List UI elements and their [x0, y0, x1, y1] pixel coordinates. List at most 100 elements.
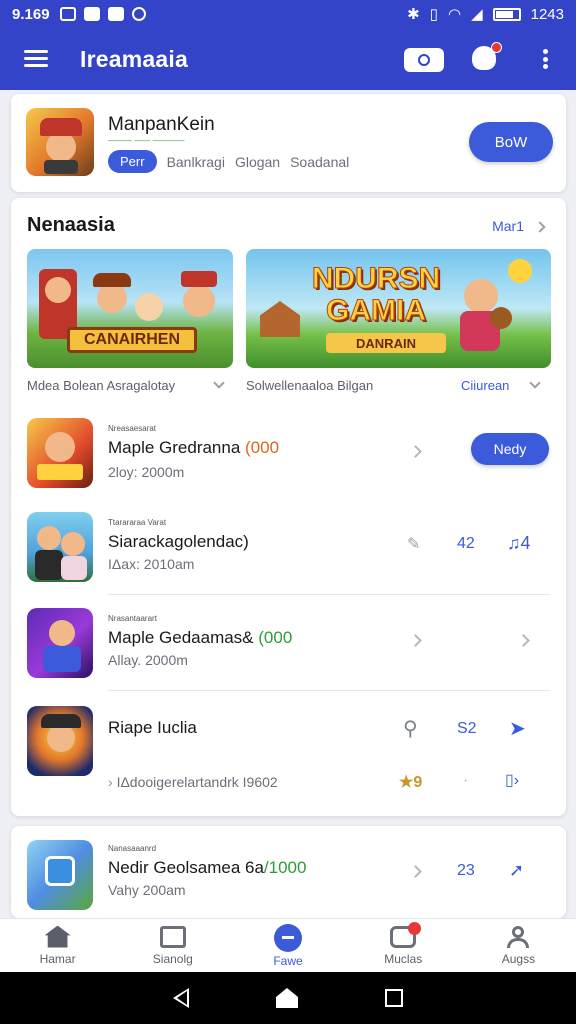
separator-dot: · [463, 772, 469, 789]
game-thumbnail [27, 608, 93, 678]
game-thumbnail [27, 512, 93, 582]
nav-shop[interactable]: Sianolg [115, 919, 230, 972]
featured-subtitle: ——— —— ———— [108, 136, 185, 145]
install-button[interactable]: Nedy [471, 433, 549, 465]
section-card: Nenaasia Mar1 CANAIRHEN NDURSN GAMIA DAN… [11, 198, 566, 816]
tag[interactable]: Soadanal [290, 154, 349, 170]
notification-icon [83, 7, 100, 21]
banner-card[interactable]: CANAIRHEN [27, 249, 233, 368]
recent-apps-icon[interactable] [384, 989, 403, 1007]
game-thumbnail [27, 840, 93, 910]
tag-pill[interactable]: Perr [108, 150, 157, 173]
back-icon[interactable] [173, 988, 190, 1008]
banner-card[interactable]: NDURSN GAMIA DANRAIN [246, 249, 551, 368]
item-category: Nrasantaarart [108, 614, 157, 623]
banner-caption-text: Solwellenaaloa Bilgan [246, 378, 374, 393]
game-thumbnail [27, 418, 93, 488]
arrow-icon [409, 865, 422, 878]
item-title: Maple Gredranna (000 [108, 438, 279, 458]
banner-caption[interactable]: Solwellenaaloa Bilgan [246, 378, 373, 393]
nav-label: Fawe [273, 953, 303, 968]
signal-icon: ◢ [471, 6, 483, 23]
nav-label: Sianolg [152, 951, 193, 966]
see-more-label[interactable]: Mar1 [492, 218, 524, 234]
status-time: 9.169 [12, 5, 50, 23]
divider [108, 690, 550, 691]
see-more-link[interactable]: Mar1 [492, 218, 546, 234]
status-clock: 1243 [530, 5, 564, 23]
item-title-accent: /1000 [263, 858, 307, 877]
nav-account[interactable]: Augss [461, 919, 576, 972]
library-icon [390, 921, 422, 948]
game-thumbnail [26, 108, 94, 176]
item-meta: Allay. 2000m [108, 652, 188, 668]
bell-icon[interactable] [472, 42, 502, 70]
banner-link-text[interactable]: Ciiurean [461, 378, 509, 393]
user-icon [505, 925, 531, 948]
banner-ribbon: DANRAIN [326, 333, 446, 353]
send-icon[interactable]: ➤ [509, 716, 526, 741]
item-meta: IΔax: 2010am [108, 556, 195, 572]
item-title: Maple Gedaamas& (000 [108, 628, 292, 648]
chevron-down-icon [213, 377, 225, 389]
nav-label: Augss [501, 951, 536, 966]
edit-icon[interactable]: ✎ [407, 534, 420, 554]
item-title: Siarackagolendac) [108, 532, 249, 551]
more-options-icon[interactable] [542, 49, 548, 69]
divider [108, 594, 550, 595]
item-detail: › IΔdooigerelartandrk I9602 [108, 774, 278, 790]
wifi-icon: ◠ [447, 6, 462, 23]
search-icon[interactable]: ⚲ [403, 716, 418, 741]
featured-action-button[interactable]: BoW [469, 122, 553, 162]
item-detail-text: IΔdooigerelartandrk I9602 [116, 774, 278, 790]
nav-label: Hamar [39, 951, 76, 966]
bluetooth-icon: ✱ [407, 6, 420, 23]
section-title: Nenaasia [27, 214, 115, 236]
list-item[interactable]: Riape Iuclia ⚲ S2 ➤ › IΔdooigerelartandr… [11, 698, 566, 808]
list-item[interactable]: Nanasaaanrd Nedir Geolsamea 6a/1000 Vahy… [11, 826, 566, 918]
bookmark-icon[interactable]: ▯› [505, 770, 519, 790]
app-title: Ireamaaia [80, 45, 188, 72]
app-bar: Ireamaaia [0, 28, 576, 90]
system-navigation-bar [0, 972, 576, 1024]
item-meta: 2loy: 2000m [108, 464, 185, 480]
bottom-navigation: Hamar Sianolg Fawe Muclas Augss [0, 918, 576, 972]
home-icon [44, 925, 71, 948]
item-category: Nanasaaanrd [108, 844, 157, 853]
nav-label: Muclas [384, 951, 423, 966]
arrow-icon [409, 634, 422, 647]
tag[interactable]: Banlkragi [167, 154, 225, 170]
notification-icon [107, 7, 124, 21]
item-title: Nedir Geolsamea 6a/1000 [108, 858, 306, 878]
vibrate-icon: ▯ [429, 6, 438, 23]
item-count: S2 [457, 720, 477, 737]
arrow-icon [409, 445, 422, 458]
nav-home[interactable]: Hamar [0, 919, 115, 972]
chevron-down-icon [529, 377, 542, 389]
featured-game-card[interactable]: ManpanKein ——— —— ———— Perr Banlkragi Gl… [11, 94, 566, 192]
list-item[interactable]: Ttarararaa Varat Siarackagolendac) IΔax:… [11, 510, 566, 604]
nav-games[interactable]: Fawe [230, 919, 345, 972]
chevron-right-icon[interactable] [517, 634, 530, 647]
item-title-text: Nedir Geolsamea 6a [108, 858, 264, 877]
item-meta: Vahy 200am [108, 882, 186, 898]
send-icon[interactable]: ➚ [509, 860, 524, 881]
banner-caption-link[interactable]: Ciiurean [461, 377, 542, 393]
nav-library[interactable]: Muclas [346, 919, 461, 972]
list-item[interactable]: Nrasantaarart Maple Gedaamas& (000 Allay… [11, 604, 566, 698]
home-button-icon[interactable] [275, 988, 298, 1008]
list-item[interactable]: Nreasaesarat Maple Gredranna (000 2loy: … [11, 416, 566, 508]
item-title-text: Maple Gredranna [108, 438, 241, 457]
gamepad-icon[interactable] [404, 48, 444, 72]
item-category: Nreasaesarat [108, 424, 157, 433]
item-score: ♫4 [507, 533, 531, 553]
menu-icon[interactable] [24, 50, 48, 68]
rating: ★9 [399, 774, 423, 791]
shopping-bag-icon [159, 925, 186, 948]
tag[interactable]: Glogan [235, 154, 280, 170]
banner-caption[interactable]: Mdea Bolean Asragalotay [27, 377, 225, 393]
item-title: Riape Iuclia [108, 718, 197, 737]
item-count: 42 [457, 535, 475, 552]
item-count: 23 [457, 862, 475, 879]
battery-icon [492, 7, 521, 21]
